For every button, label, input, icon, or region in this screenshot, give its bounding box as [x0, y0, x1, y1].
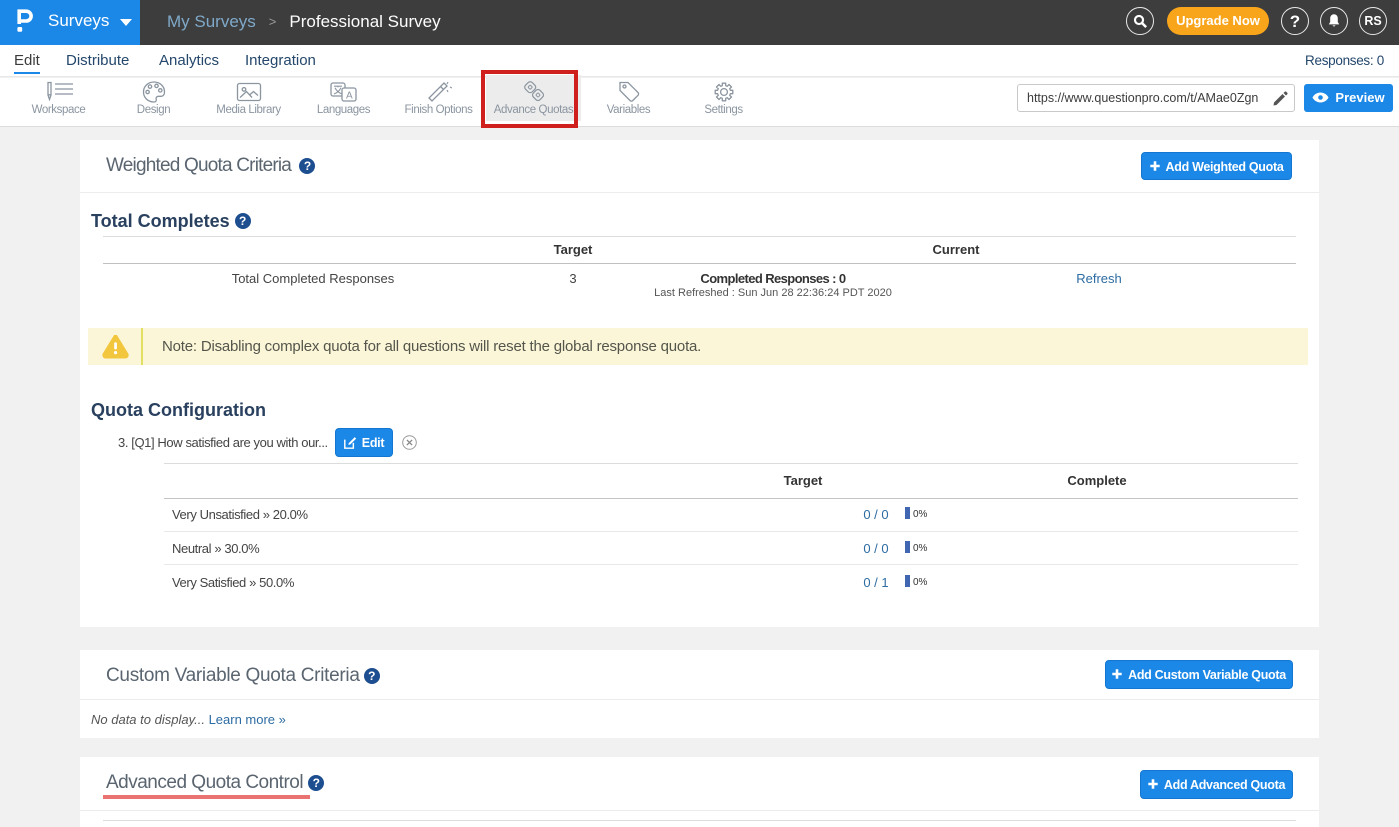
svg-text:A: A [346, 91, 353, 102]
